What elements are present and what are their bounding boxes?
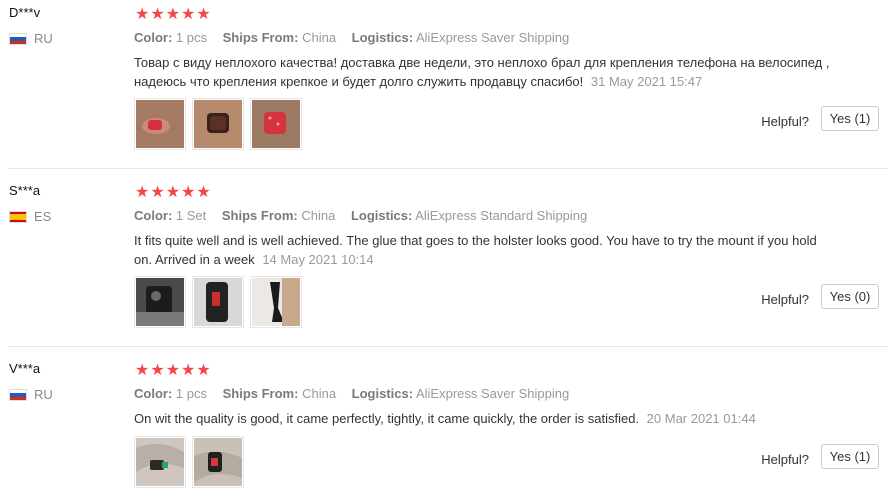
helpful-yes-button[interactable]: Yes (0) bbox=[821, 284, 879, 309]
spain-flag-icon bbox=[9, 210, 27, 223]
logistics-label: Logistics: bbox=[351, 30, 414, 45]
review-date: 14 May 2021 10:14 bbox=[262, 252, 374, 267]
review-date: 20 Mar 2021 01:44 bbox=[646, 411, 756, 426]
review-photo[interactable] bbox=[250, 98, 302, 150]
review-photos bbox=[134, 436, 244, 488]
review-photo[interactable] bbox=[192, 276, 244, 328]
review-attributes: Color: 1 pcs Ships From: China Logistics… bbox=[134, 386, 569, 401]
helpful-label: Helpful? bbox=[761, 292, 809, 307]
reviewer-country: RU bbox=[9, 31, 53, 46]
reviewer-name: D***v bbox=[9, 5, 41, 20]
ships-from-value: China bbox=[302, 386, 337, 401]
ships-from-label: Ships From: bbox=[222, 386, 299, 401]
logistics-value: AliExpress Saver Shipping bbox=[415, 386, 570, 401]
logistics-label: Logistics: bbox=[351, 386, 414, 401]
ships-from-value: China bbox=[301, 208, 336, 223]
review-text: Товар с виду неплохого качества! доставк… bbox=[134, 55, 830, 89]
review-photo[interactable] bbox=[134, 276, 186, 328]
color-label: Color: bbox=[134, 30, 173, 45]
reviewer-name: S***a bbox=[9, 183, 41, 198]
review-text-block: It fits quite well and is well achieved.… bbox=[134, 231, 834, 269]
logistics-label: Logistics: bbox=[350, 208, 413, 223]
review-photo[interactable] bbox=[134, 436, 186, 488]
review-text: It fits quite well and is well achieved.… bbox=[134, 233, 817, 267]
ships-from-label: Ships From: bbox=[222, 30, 299, 45]
color-value: 1 Set bbox=[175, 208, 207, 223]
color-label: Color: bbox=[134, 208, 173, 223]
star-rating: ★★★★★ bbox=[135, 184, 212, 201]
star-rating: ★★★★★ bbox=[135, 6, 212, 23]
review-attributes: Color: 1 Set Ships From: China Logistics… bbox=[134, 208, 587, 223]
review-text: On wit the quality is good, it came perf… bbox=[134, 411, 640, 426]
helpful-label: Helpful? bbox=[761, 114, 809, 129]
review-photo[interactable] bbox=[192, 98, 244, 150]
logistics-value: AliExpress Saver Shipping bbox=[415, 30, 570, 45]
review-photos bbox=[134, 276, 302, 328]
russia-flag-icon bbox=[9, 32, 27, 45]
country-code: RU bbox=[34, 387, 53, 402]
helpful-label: Helpful? bbox=[761, 452, 809, 467]
color-label: Color: bbox=[134, 386, 173, 401]
review-photo[interactable] bbox=[250, 276, 302, 328]
country-code: RU bbox=[34, 31, 53, 46]
reviewer-country: ES bbox=[9, 209, 51, 224]
review-attributes: Color: 1 pcs Ships From: China Logistics… bbox=[134, 30, 569, 45]
review-divider bbox=[8, 346, 888, 347]
helpful-yes-button[interactable]: Yes (1) bbox=[821, 106, 879, 131]
ships-from-label: Ships From: bbox=[221, 208, 298, 223]
review-text-block: On wit the quality is good, it came perf… bbox=[134, 409, 856, 428]
ships-from-value: China bbox=[302, 30, 337, 45]
color-value: 1 pcs bbox=[175, 30, 207, 45]
review-photo[interactable] bbox=[134, 98, 186, 150]
helpful-yes-button[interactable]: Yes (1) bbox=[821, 444, 879, 469]
review-date: 31 May 2021 15:47 bbox=[590, 74, 703, 89]
review-photo[interactable] bbox=[192, 436, 244, 488]
color-value: 1 pcs bbox=[175, 386, 207, 401]
review-text-block: Товар с виду неплохого качества! доставк… bbox=[134, 53, 856, 91]
reviewer-name: V***a bbox=[9, 361, 41, 376]
russia-flag-icon bbox=[9, 388, 27, 401]
reviewer-country: RU bbox=[9, 387, 53, 402]
review-photos bbox=[134, 98, 302, 150]
logistics-value: AliExpress Standard Shipping bbox=[415, 208, 588, 223]
country-code: ES bbox=[34, 209, 52, 224]
star-rating: ★★★★★ bbox=[135, 362, 212, 379]
review-divider bbox=[8, 168, 888, 169]
